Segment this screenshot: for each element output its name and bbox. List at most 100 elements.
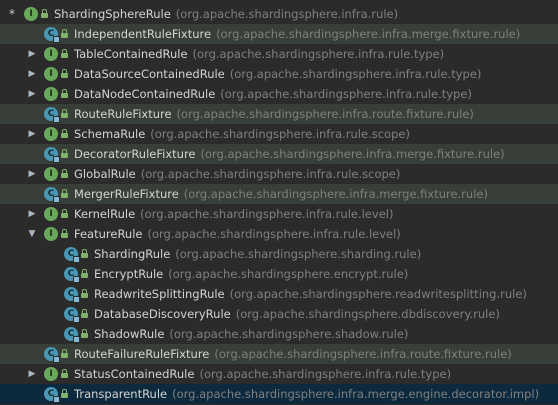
tree-row-label: GlobalRule (org.apache.shardingsphere.inf… [74, 164, 400, 184]
class-icon: C [44, 187, 60, 203]
tree-row-label: ShardingSphereRule (org.apache.shardingsp… [54, 4, 398, 24]
tree-row-route-rule-fixture[interactable]: C RouteRuleFixture (org.apache.shardingsph… [0, 104, 558, 124]
package-name: (org.apache.shardingsphere.infra.rule.ty… [220, 87, 472, 101]
lock-icon [81, 309, 88, 318]
interface-icon: I [44, 227, 58, 241]
interface-icon: I [44, 87, 58, 101]
package-name: (org.apache.shardingsphere.infra.merge.f… [183, 187, 488, 201]
type-name: MergerRuleFixture [74, 187, 179, 201]
package-name: (org.apache.shardingsphere.infra.rule.le… [140, 207, 394, 221]
interface-icon: I [44, 67, 58, 81]
collapse-arrow-icon[interactable]: ▶ [27, 84, 37, 104]
package-name: (org.apache.shardingsphere.infra.rule.sc… [140, 167, 401, 181]
package-name: (org.apache.shardingsphere.infra.merge.f… [200, 147, 505, 161]
tree-row-label: MergerRuleFixture (org.apache.shardingsph… [74, 184, 488, 204]
collapse-arrow-icon[interactable]: ▶ [27, 364, 37, 384]
tree-row-label: ReadwriteSplittingRule (org.apache.shardi… [94, 284, 527, 304]
interface-icon: I [44, 167, 58, 181]
tree-row-independent-rule-fixture[interactable]: C IndependentRuleFixture (org.apache.shard… [0, 24, 558, 44]
type-name: GlobalRule [74, 167, 136, 181]
tree-row-label: StatusContainedRule (org.apache.shardings… [74, 364, 451, 384]
tree-row-status-contained-rule[interactable]: ▶ I StatusContainedRule (org.apache.shardin… [0, 364, 558, 384]
interface-icon: I [44, 47, 58, 61]
collapse-arrow-icon[interactable]: ▶ [27, 44, 37, 64]
tree-row-global-rule[interactable]: ▶ I GlobalRule (org.apache.shardingsphere.i… [0, 164, 558, 184]
type-name: DataSourceContainedRule [74, 67, 225, 81]
type-name: EncryptRule [94, 267, 164, 281]
package-name: (org.apache.shardingsphere.infra.merge.f… [216, 27, 521, 41]
tree-row-decorator-rule-fixture[interactable]: C DecoratorRuleFixture (org.apache.shardin… [0, 144, 558, 164]
tree-row-label: DecoratorRuleFixture (org.apache.sharding… [74, 144, 505, 164]
interface-icon: I [44, 207, 58, 221]
lock-icon [81, 329, 88, 338]
package-name: (org.apache.shardingsphere.infra.merge.e… [172, 387, 540, 401]
type-name: DataNodeContainedRule [74, 87, 216, 101]
tree-row-label: EncryptRule (org.apache.shardingsphere.en… [94, 264, 408, 284]
tree-row-readwrite-splitting-rule[interactable]: C ReadwriteSplittingRule (org.apache.shard… [0, 284, 558, 304]
lock-icon [61, 69, 68, 78]
tree-row-shadow-rule[interactable]: C ShadowRule (org.apache.shardingsphere.sh… [0, 324, 558, 344]
lock-icon [61, 109, 68, 118]
package-name: (org.apache.shardingsphere.infra.rule.ty… [192, 47, 445, 61]
package-name: (org.apache.shardingsphere.infra.rule.ty… [229, 67, 482, 81]
class-icon: C [64, 287, 80, 303]
lock-icon [61, 189, 68, 198]
tree-row-label: IndependentRuleFixture (org.apache.shardi… [74, 24, 520, 44]
class-icon: C [44, 147, 60, 163]
tree-row-feature-rule[interactable]: ▼ I FeatureRule (org.apache.shardingsphere.… [0, 224, 558, 244]
type-name: RouteRuleFixture [74, 107, 172, 121]
tree-row-label: DatabaseDiscoveryRule (org.apache.shardin… [94, 304, 500, 324]
interface-icon: I [44, 127, 58, 141]
tree-row-route-failure-rule-fixture[interactable]: C RouteFailureRuleFixture (org.apache.shar… [0, 344, 558, 364]
tree-row-schema-rule[interactable]: ▶ I SchemaRule (org.apache.shardingsphere.i… [0, 124, 558, 144]
type-name: ReadwriteSplittingRule [94, 287, 225, 301]
lock-icon [81, 249, 88, 258]
type-name: DatabaseDiscoveryRule [94, 307, 231, 321]
collapse-arrow-icon[interactable]: ▶ [27, 204, 37, 224]
class-icon: C [44, 107, 60, 123]
tree-row-sharding-rule[interactable]: C ShardingRule (org.apache.shardingsphere.… [0, 244, 558, 264]
tree-row-merger-rule-fixture[interactable]: C MergerRuleFixture (org.apache.shardingsp… [0, 184, 558, 204]
tree-row-label: ShardingRule (org.apache.shardingsphere.s… [94, 244, 421, 264]
tree-row-database-discovery-rule[interactable]: C DatabaseDiscoveryRule (org.apache.shardi… [0, 304, 558, 324]
tree-row-transparent-rule[interactable]: C TransparentRule (org.apache.shardingsphe… [0, 384, 558, 404]
tree-row-label: DataNodeContainedRule (org.apache.shardin… [74, 84, 472, 104]
tree-row-label: KernelRule (org.apache.shardingsphere.inf… [74, 204, 393, 224]
collapse-arrow-icon[interactable]: ▶ [27, 64, 37, 84]
tree-row-sharding-sphere-rule[interactable]: * I ShardingSphereRule (org.apache.sharding… [0, 4, 558, 24]
lock-icon [81, 289, 88, 298]
expand-arrow-icon[interactable]: ▼ [27, 224, 37, 244]
tree-row-label: TableContainedRule (org.apache.shardingsp… [74, 44, 444, 64]
lock-icon [61, 149, 68, 158]
tree-row-table-contained-rule[interactable]: ▶ I TableContainedRule (org.apache.sharding… [0, 44, 558, 64]
lock-icon [61, 369, 68, 378]
type-name: TableContainedRule [74, 47, 188, 61]
type-hierarchy-tree[interactable]: * I ShardingSphereRule (org.apache.sharding… [0, 0, 558, 405]
type-name: RouteFailureRuleFixture [74, 347, 210, 361]
package-name: (org.apache.shardingsphere.encrypt.rule) [168, 267, 409, 281]
type-name: ShardingRule [94, 247, 171, 261]
tree-row-label: DataSourceContainedRule (org.apache.shard… [74, 64, 481, 84]
type-name: DecoratorRuleFixture [74, 147, 196, 161]
package-name: (org.apache.shardingsphere.infra.rule.le… [147, 227, 401, 241]
type-name: IndependentRuleFixture [74, 27, 212, 41]
tree-row-data-source-contained-rule[interactable]: ▶ I DataSourceContainedRule (org.apache.sha… [0, 64, 558, 84]
tree-row-kernel-rule[interactable]: ▶ I KernelRule (org.apache.shardingsphere.i… [0, 204, 558, 224]
lock-icon [81, 269, 88, 278]
class-icon: C [64, 267, 80, 283]
tree-row-encrypt-rule[interactable]: C EncryptRule (org.apache.shardingsphere.e… [0, 264, 558, 284]
type-name: ShardingSphereRule [54, 7, 171, 21]
type-name: FeatureRule [74, 227, 143, 241]
tree-row-label: TransparentRule (org.apache.shardingspher… [74, 384, 539, 404]
lock-icon [61, 49, 68, 58]
lock-icon [41, 9, 48, 18]
package-name: (org.apache.shardingsphere.dbdiscovery.r… [235, 307, 500, 321]
package-name: (org.apache.shardingsphere.readwritespli… [229, 287, 527, 301]
collapse-arrow-icon[interactable]: ▶ [27, 124, 37, 144]
tree-row-data-node-contained-rule[interactable]: ▶ I DataNodeContainedRule (org.apache.shard… [0, 84, 558, 104]
package-name: (org.apache.shardingsphere.infra.route.f… [214, 347, 512, 361]
collapse-arrow-icon[interactable]: ▶ [27, 164, 37, 184]
class-icon: C [44, 27, 60, 43]
class-icon: C [64, 307, 80, 323]
class-icon: C [64, 327, 80, 343]
